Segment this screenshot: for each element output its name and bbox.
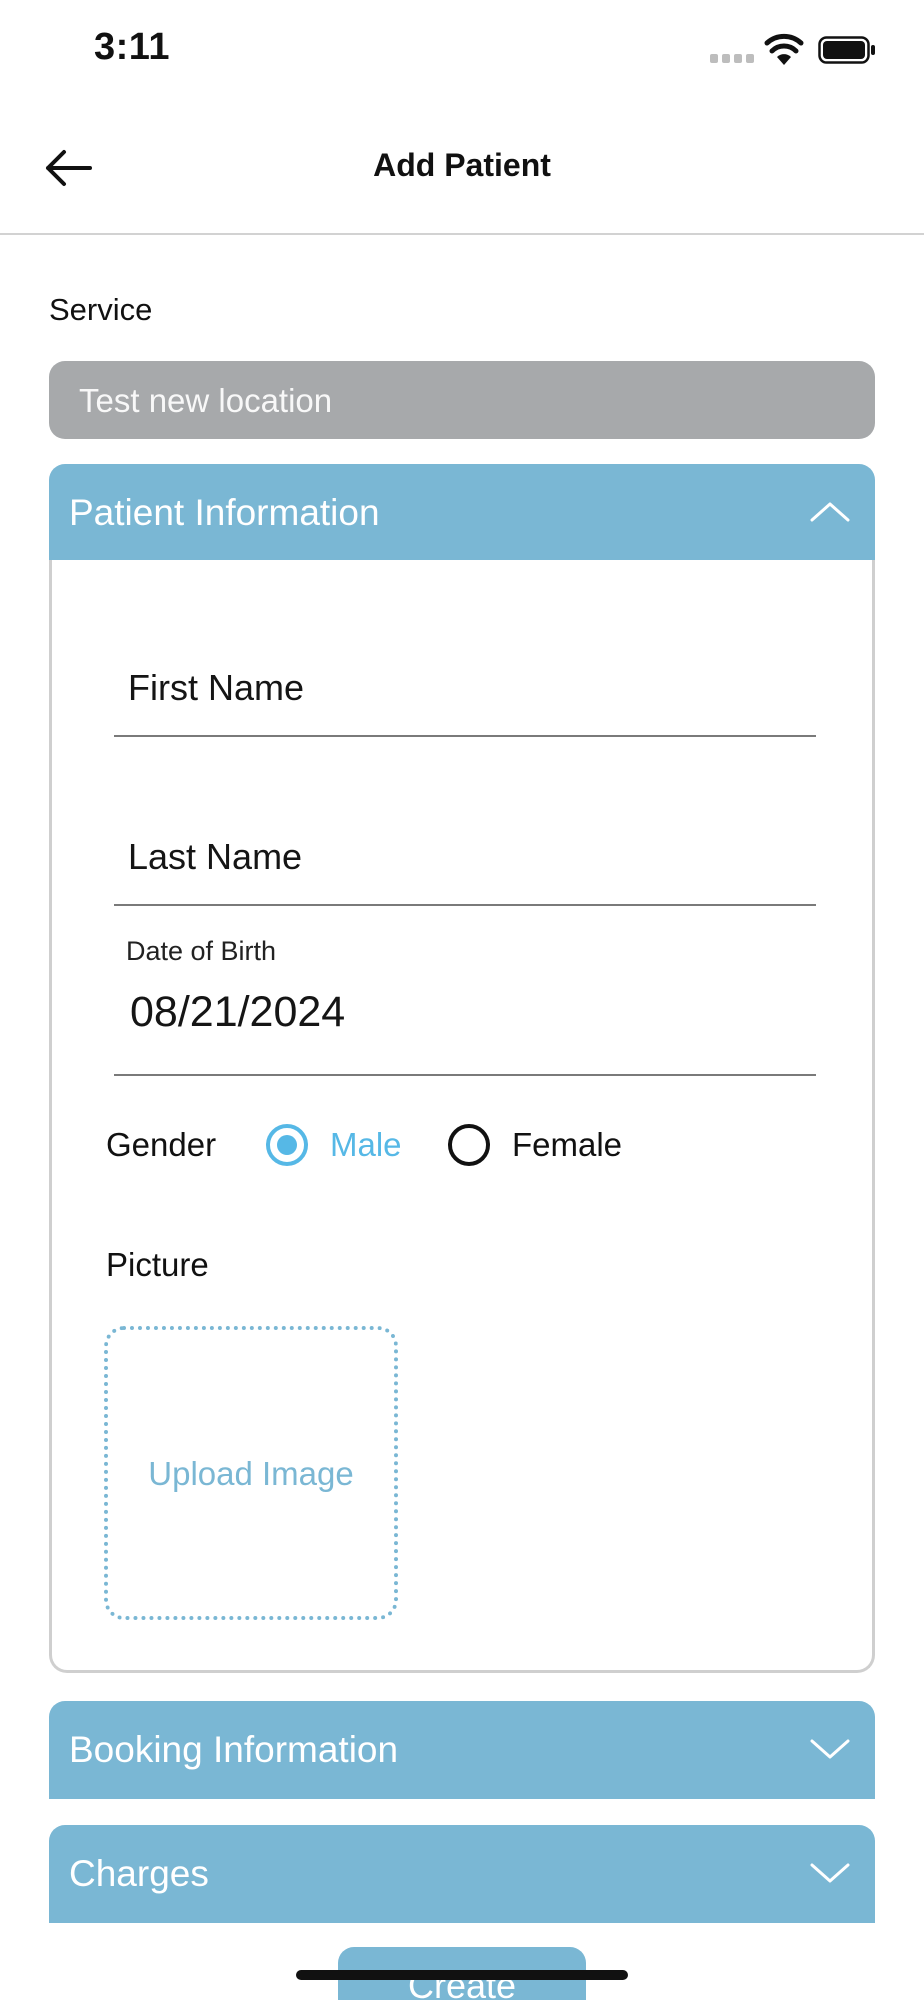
- status-time: 3:11: [94, 26, 170, 68]
- gender-female-radio[interactable]: Female: [448, 1124, 648, 1168]
- signal-icon: [710, 54, 754, 64]
- date-of-birth-value: 08/21/2024: [130, 988, 346, 1036]
- gender-female-label: Female: [512, 1126, 623, 1163]
- wifi-icon: [764, 33, 804, 65]
- date-of-birth-field[interactable]: Date of Birth 08/21/2024: [114, 936, 816, 1076]
- patient-information-title: Patient Information: [69, 492, 380, 533]
- chevron-up-icon: [810, 502, 850, 522]
- upload-image-button[interactable]: Upload Image: [104, 1326, 398, 1620]
- battery-icon: [818, 36, 875, 64]
- service-select[interactable]: Test new location: [49, 361, 875, 439]
- first-name-placeholder: First Name: [128, 667, 305, 708]
- last-name-placeholder: Last Name: [128, 836, 303, 877]
- patient-information-header[interactable]: Patient Information: [49, 464, 875, 562]
- status-bar: 3:11: [0, 0, 924, 100]
- upload-image-label: Upload Image: [148, 1455, 354, 1492]
- gender-male-label: Male: [330, 1126, 402, 1163]
- page-title: Add Patient: [373, 147, 551, 183]
- navigation-bar: Add Patient: [0, 100, 924, 235]
- patient-information-panel: First Name Last Name Date of Birth 08/21…: [49, 560, 875, 1673]
- charges-title: Charges: [69, 1853, 209, 1894]
- picture-label: Picture: [106, 1246, 209, 1283]
- date-of-birth-label: Date of Birth: [126, 936, 277, 966]
- last-name-field[interactable]: Last Name: [114, 816, 816, 906]
- first-name-field[interactable]: First Name: [114, 647, 816, 737]
- radio-selected-icon: [266, 1124, 308, 1166]
- chevron-down-icon: [810, 1739, 850, 1759]
- service-label: Service: [49, 292, 153, 327]
- service-value: Test new location: [79, 382, 333, 419]
- radio-unselected-icon: [448, 1124, 490, 1166]
- gender-label: Gender: [106, 1126, 217, 1163]
- charges-header[interactable]: Charges: [49, 1825, 875, 1923]
- booking-information-header[interactable]: Booking Information: [49, 1701, 875, 1799]
- gender-male-radio[interactable]: Male: [266, 1124, 416, 1168]
- add-patient-screen: 3:11 Add Patient Service Test new locati…: [0, 0, 924, 2000]
- home-indicator: [296, 1970, 628, 1980]
- chevron-down-icon: [810, 1863, 850, 1883]
- booking-information-title: Booking Information: [69, 1729, 399, 1770]
